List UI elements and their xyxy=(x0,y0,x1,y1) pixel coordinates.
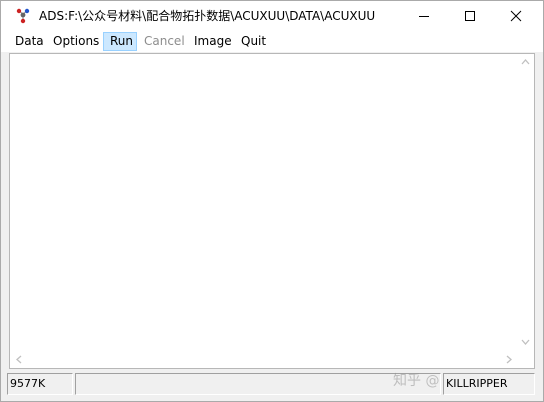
maximize-icon xyxy=(465,11,475,21)
menu-run[interactable]: Run xyxy=(103,32,137,51)
scroll-left-arrow[interactable] xyxy=(10,351,27,368)
scroll-down-arrow[interactable] xyxy=(517,334,534,351)
close-icon xyxy=(510,10,522,22)
minimize-button[interactable] xyxy=(401,1,447,31)
menu-options[interactable]: Options xyxy=(48,32,103,51)
chevron-up-icon xyxy=(521,59,530,65)
ads-app-icon[interactable] xyxy=(15,8,31,24)
menu-quit[interactable]: Quit xyxy=(236,32,272,51)
window-title: ADS:F:\公众号材料\配合物拓扑数据\ACUXUU\DATA\ACUXUU xyxy=(39,9,376,23)
ads-window: ADS:F:\公众号材料\配合物拓扑数据\ACUXUU\DATA\ACUXUU … xyxy=(0,0,544,402)
horizontal-scrollbar[interactable] xyxy=(10,351,517,368)
maximize-button[interactable] xyxy=(447,1,493,31)
status-bar: 9577K KILLRIPPER xyxy=(1,371,543,401)
chevron-right-icon xyxy=(506,355,512,364)
scrollbar-corner xyxy=(517,351,534,368)
output-pane[interactable] xyxy=(9,53,535,369)
scroll-right-arrow[interactable] xyxy=(500,351,517,368)
close-button[interactable] xyxy=(493,1,539,31)
scroll-up-arrow[interactable] xyxy=(517,54,534,71)
memory-status: 9577K xyxy=(7,373,73,395)
menu-bar: Data Options Run Cancel Image Quit xyxy=(1,31,543,52)
chevron-down-icon xyxy=(521,339,530,345)
chevron-left-icon xyxy=(16,355,22,364)
vertical-scrollbar[interactable] xyxy=(517,54,534,351)
menu-cancel[interactable]: Cancel xyxy=(139,32,187,51)
title-bar[interactable]: ADS:F:\公众号材料\配合物拓扑数据\ACUXUU\DATA\ACUXUU xyxy=(1,1,543,31)
right-status-pane: KILLRIPPER xyxy=(443,373,535,395)
menu-data[interactable]: Data xyxy=(10,32,44,51)
menu-image[interactable]: Image xyxy=(189,32,235,51)
message-status xyxy=(75,373,441,395)
minimize-icon xyxy=(419,16,429,17)
